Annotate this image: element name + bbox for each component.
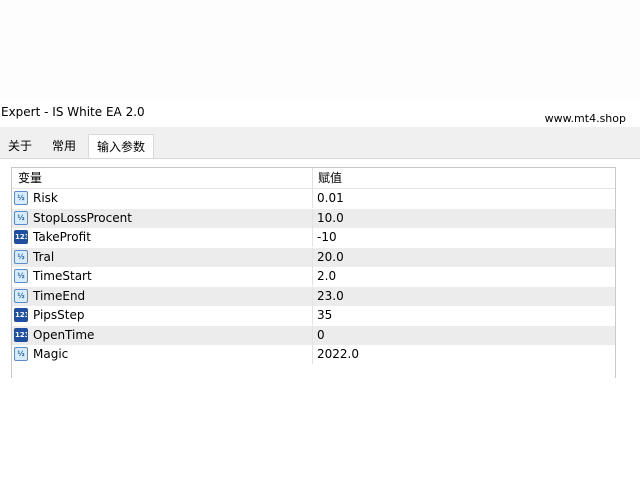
inputs-panel: 变量 赋值 ½ Risk 0.01 ½ StopLossProcent 10.0 123 Ta… — [0, 159, 640, 378]
table-row[interactable]: 123 PipsStep 35 — [12, 306, 615, 325]
window-title: Expert - IS White EA 2.0 — [1, 105, 145, 119]
expert-properties-dialog: 关于 常用 输入参数 变量 赋值 ½ Risk 0.01 ½ StopLossProce… — [0, 127, 640, 378]
column-divider[interactable] — [312, 168, 313, 188]
cell-divider — [312, 306, 313, 325]
parameter-name: StopLossProcent — [33, 210, 132, 225]
parameters-table: 变量 赋值 ½ Risk 0.01 ½ StopLossProcent 10.0 123 Ta… — [11, 167, 616, 378]
table-header: 变量 赋值 — [12, 168, 615, 189]
cell-divider — [312, 228, 313, 247]
fraction-icon: ½ — [14, 347, 28, 361]
fraction-icon: ½ — [14, 249, 28, 264]
table-row[interactable]: 123 TakeProfit -10 — [12, 228, 615, 247]
cell-divider — [312, 189, 313, 208]
column-header-variable[interactable]: 变量 — [18, 168, 42, 188]
parameter-value[interactable]: 20.0 — [317, 248, 344, 267]
tab-inputs[interactable]: 输入参数 — [88, 134, 155, 160]
cell-divider — [312, 208, 313, 228]
fraction-icon: ½ — [14, 288, 28, 303]
fraction-icon: ½ — [14, 210, 28, 225]
parameter-name: OpenTime — [33, 327, 95, 342]
tab-bar: 关于 常用 输入参数 — [0, 134, 640, 160]
table-row[interactable]: 123 OpenTime 0 — [12, 325, 615, 345]
parameter-value[interactable]: 2022.0 — [317, 345, 359, 364]
table-row[interactable]: ½ StopLossProcent 10.0 — [12, 208, 615, 228]
parameter-value[interactable]: 23.0 — [317, 287, 344, 306]
parameter-name: TimeEnd — [33, 288, 86, 303]
fraction-icon: ½ — [14, 191, 28, 205]
watermark-text: www.mt4.shop — [544, 112, 626, 125]
parameter-name: Risk — [33, 191, 58, 205]
table-row[interactable]: ½ Risk 0.01 — [12, 189, 615, 208]
table-row[interactable]: ½ Magic 2022.0 — [12, 345, 615, 364]
cell-divider — [312, 345, 313, 364]
table-row[interactable]: ½ TimeEnd 23.0 — [12, 286, 615, 306]
parameter-name: TakeProfit — [33, 230, 91, 244]
parameter-value[interactable]: 0.01 — [317, 189, 344, 208]
table-row[interactable]: ½ TimeStart 2.0 — [12, 267, 615, 286]
parameter-value[interactable]: 10.0 — [317, 209, 344, 228]
cell-divider — [312, 286, 313, 306]
parameter-value[interactable]: 2.0 — [317, 267, 336, 286]
parameter-name: Tral — [33, 249, 55, 264]
tab-common[interactable]: 常用 — [44, 135, 84, 158]
blank-area — [0, 0, 640, 100]
tab-about[interactable]: 关于 — [0, 135, 40, 158]
parameter-value[interactable]: 0 — [317, 326, 325, 345]
cell-divider — [312, 325, 313, 345]
cell-divider — [312, 247, 313, 267]
parameter-value[interactable]: 35 — [317, 306, 332, 325]
parameter-name: TimeStart — [33, 269, 92, 283]
parameter-name: PipsStep — [33, 308, 85, 322]
integer-icon: 123 — [14, 327, 28, 342]
fraction-icon: ½ — [14, 269, 28, 283]
column-header-value[interactable]: 赋值 — [318, 168, 342, 188]
parameter-value[interactable]: -10 — [317, 228, 337, 247]
integer-icon: 123 — [14, 308, 28, 322]
integer-icon: 123 — [14, 230, 28, 244]
cell-divider — [312, 267, 313, 286]
table-row[interactable]: ½ Tral 20.0 — [12, 247, 615, 267]
parameter-name: Magic — [33, 347, 69, 361]
